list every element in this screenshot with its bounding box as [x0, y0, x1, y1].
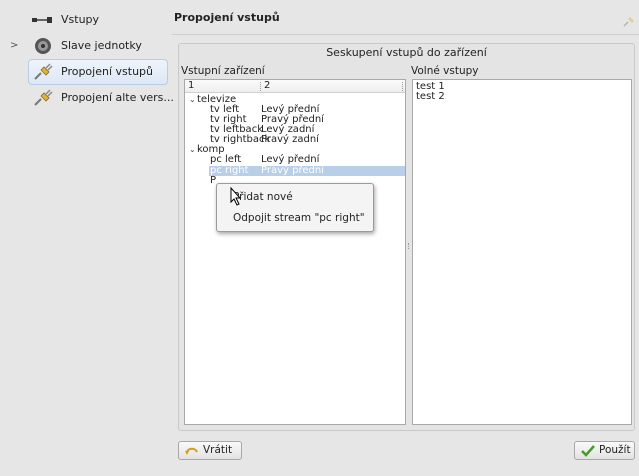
mouse-cursor-icon — [230, 187, 242, 206]
sidebar-item-slaves[interactable]: > Slave jednotky — [0, 33, 170, 59]
speaker-icon — [35, 38, 51, 54]
splitter-handle[interactable] — [408, 243, 410, 249]
list-item[interactable]: test 1 — [416, 82, 628, 92]
list-item[interactable]: test 2 — [416, 92, 628, 102]
sidebar: Vstupy > Slave jednotky Propojení vstupů… — [0, 0, 174, 476]
free-inputs-label: Volné vstupy — [411, 65, 479, 77]
tree-row[interactable]: pc left Levý přední — [185, 155, 405, 165]
tree-cell: Pravý zadní — [261, 134, 319, 145]
chevron-down-icon[interactable]: ⌄ — [189, 95, 196, 105]
group-title: Seskupení vstupů do zařízení — [326, 46, 487, 59]
sidebar-item-inputs[interactable]: Vstupy — [0, 7, 170, 33]
page-title: Propojení vstupů — [174, 11, 280, 24]
plug-icon — [34, 63, 53, 80]
revert-label: Vrátit — [203, 444, 233, 456]
column-header-1[interactable]: 1 — [188, 80, 194, 92]
checkmark-icon — [581, 445, 595, 457]
column-divider[interactable] — [402, 82, 403, 91]
tree-cell: pc left — [210, 154, 242, 165]
input-devices-tree[interactable]: 1 2 ⌄ televize tv left Levý přední tv ri… — [184, 79, 406, 425]
sidebar-item-label: Slave jednotky — [61, 39, 142, 52]
input-devices-label: Vstupní zařízení — [181, 65, 265, 77]
free-inputs-list[interactable]: test 1 test 2 — [412, 79, 632, 425]
sidebar-item-input-links-alt[interactable]: Propojení alte vers... — [0, 85, 174, 111]
chevron-down-icon[interactable]: ⌄ — [189, 145, 196, 155]
tree-cell: Levý přední — [261, 154, 320, 165]
sidebar-item-input-links[interactable]: Propojení vstupů — [28, 59, 168, 85]
plug-icon — [34, 89, 53, 106]
tree-header: 1 2 — [185, 80, 405, 93]
plug-icon — [623, 17, 634, 27]
sidebar-item-label: Vstupy — [61, 13, 100, 26]
connector-icon — [32, 17, 52, 23]
undo-icon — [185, 447, 198, 455]
header-divider — [172, 34, 639, 35]
sidebar-item-label: Propojení alte vers... — [61, 91, 174, 104]
column-header-2[interactable]: 2 — [264, 80, 270, 92]
tree-row-selected[interactable]: pc right Pravý přední — [209, 166, 405, 176]
menu-item-disconnect-stream[interactable]: Odpojit stream "pc right" — [217, 208, 373, 228]
sidebar-item-label: Propojení vstupů — [61, 65, 153, 78]
chevron-right-icon[interactable]: > — [10, 33, 18, 59]
revert-button[interactable]: Vrátit — [178, 441, 242, 460]
apply-label: Použít — [599, 444, 631, 456]
column-divider[interactable] — [260, 82, 261, 91]
tree-cell: Pravý přední — [261, 165, 324, 176]
apply-button[interactable]: Použít — [574, 441, 635, 460]
